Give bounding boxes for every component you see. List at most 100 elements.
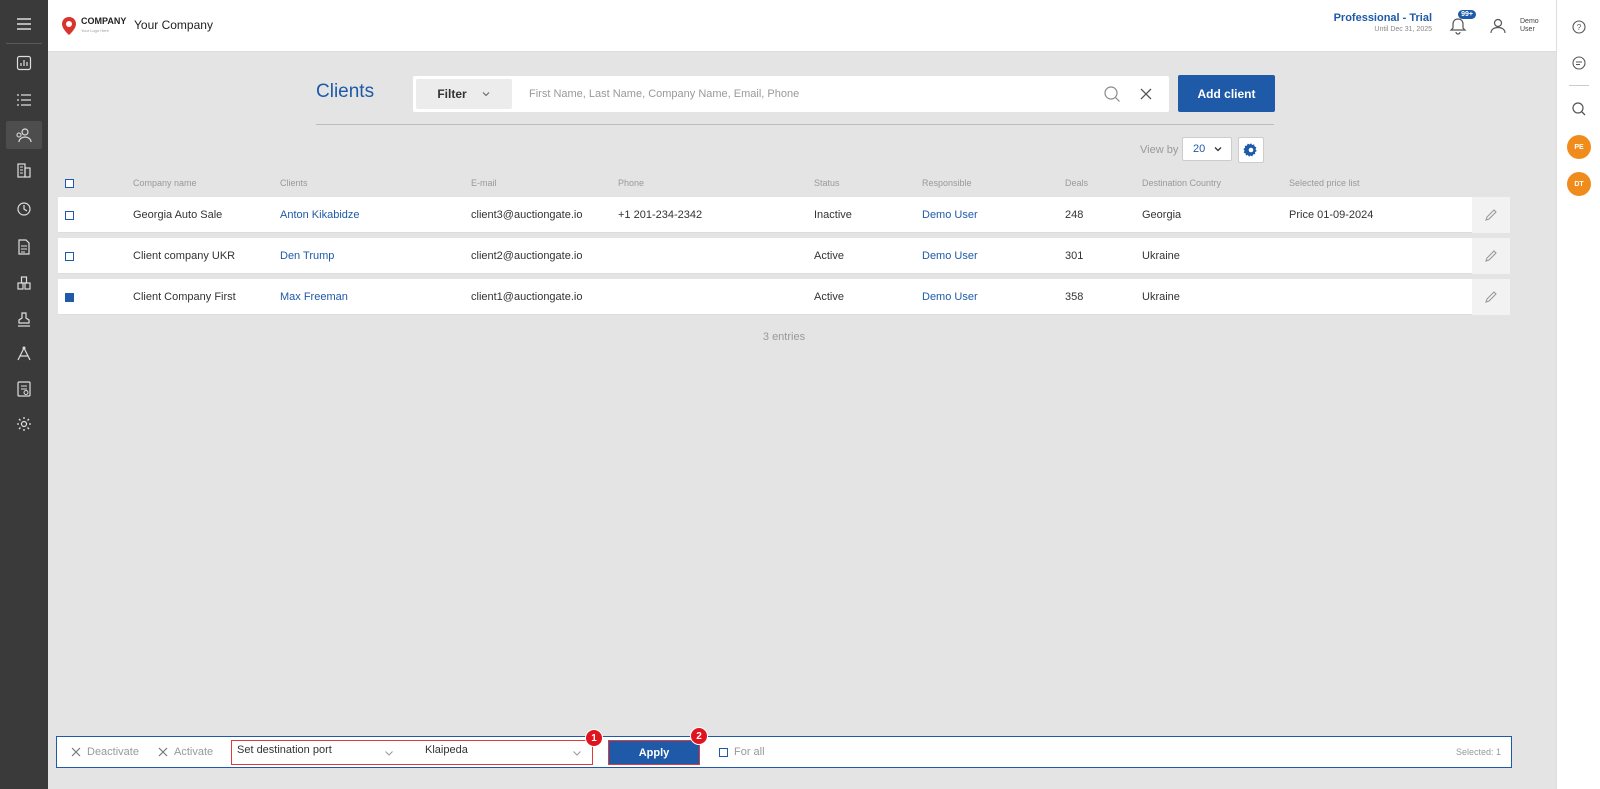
left-sidebar bbox=[0, 0, 48, 789]
plan-info[interactable]: Professional - Trial Until Dec 31, 2025 bbox=[1334, 12, 1432, 33]
avatar-pe[interactable]: PE bbox=[1567, 135, 1591, 159]
user-name[interactable]: Demo User bbox=[1520, 18, 1546, 34]
logo-subtext: Your Logo Here bbox=[81, 28, 109, 33]
cell-client-link[interactable]: Max Freeman bbox=[280, 291, 348, 303]
logo-text: COMPANY Your Logo Here bbox=[81, 16, 127, 34]
edit-button[interactable] bbox=[1472, 279, 1510, 315]
chevron-down-icon bbox=[1214, 147, 1222, 152]
company-name: Your Company bbox=[134, 18, 213, 32]
cell-responsible-link[interactable]: Demo User bbox=[922, 250, 978, 262]
sidebar-divider bbox=[6, 43, 42, 44]
cell-client-link[interactable]: Anton Kikabidze bbox=[280, 209, 360, 221]
list-icon[interactable] bbox=[6, 86, 42, 114]
cell-country: Ukraine bbox=[1142, 250, 1180, 262]
cell-country: Ukraine bbox=[1142, 291, 1180, 303]
activate-label: Activate bbox=[174, 746, 214, 758]
view-by-value: 20 bbox=[1193, 143, 1206, 155]
bell-icon[interactable] bbox=[1448, 16, 1468, 36]
rail-divider bbox=[1569, 85, 1589, 86]
activate-button[interactable]: Activate bbox=[158, 746, 213, 758]
column-header-responsible[interactable]: Responsible bbox=[922, 178, 972, 188]
entries-count: 3 entries bbox=[762, 331, 806, 343]
column-header-price-list[interactable]: Selected price list bbox=[1289, 178, 1360, 188]
row-checkbox[interactable] bbox=[65, 252, 74, 261]
column-header-country[interactable]: Destination Country bbox=[1142, 178, 1221, 188]
cell-status: Inactive bbox=[814, 209, 852, 221]
cell-email: client3@auctiongate.io bbox=[471, 209, 583, 221]
cell-status: Active bbox=[814, 291, 844, 303]
cell-deals: 358 bbox=[1065, 291, 1084, 303]
table-settings-button[interactable] bbox=[1238, 137, 1264, 163]
deactivate-button[interactable]: Deactivate bbox=[71, 746, 139, 758]
warehouse-icon[interactable] bbox=[6, 269, 42, 297]
chevron-down-icon[interactable] bbox=[384, 748, 394, 758]
menu-icon[interactable] bbox=[6, 10, 42, 38]
user-icon[interactable] bbox=[1488, 16, 1508, 36]
company-logo[interactable]: COMPANY Your Logo Here bbox=[60, 14, 128, 38]
cell-phone: +1 201-234-2342 bbox=[618, 209, 703, 221]
for-all-label: For all bbox=[734, 746, 765, 758]
apply-button[interactable]: Apply bbox=[608, 740, 700, 765]
for-all-checkbox[interactable]: For all bbox=[719, 746, 765, 758]
checkbox[interactable] bbox=[719, 747, 728, 757]
column-header-email[interactable]: E-mail bbox=[471, 178, 497, 188]
main-content: Clients Filter Add client View by 20 Com… bbox=[48, 52, 1556, 789]
help-icon[interactable]: ? bbox=[1570, 18, 1588, 36]
table-row[interactable]: Georgia Auto Sale Anton Kikabidze client… bbox=[58, 197, 1510, 233]
network-icon[interactable] bbox=[6, 340, 42, 368]
cell-price-list: Price 01-09-2024 bbox=[1289, 209, 1374, 221]
buildings-icon[interactable] bbox=[6, 156, 42, 184]
step-badge-1: 1 bbox=[585, 729, 603, 747]
action-select[interactable]: Set destination port bbox=[237, 744, 332, 756]
cell-company: Client Company First bbox=[133, 291, 236, 303]
plan-name[interactable]: Professional - Trial bbox=[1334, 12, 1432, 24]
close-icon[interactable] bbox=[1139, 87, 1153, 101]
search-input[interactable] bbox=[529, 84, 1089, 104]
pencil-icon bbox=[1485, 250, 1497, 262]
settings-icon[interactable] bbox=[6, 410, 42, 438]
notification-badge: 99+ bbox=[1458, 10, 1476, 19]
dashboard-icon[interactable] bbox=[6, 49, 42, 77]
column-header-phone[interactable]: Phone bbox=[618, 178, 644, 188]
select-all-checkbox[interactable] bbox=[65, 179, 74, 188]
close-icon bbox=[71, 747, 81, 757]
document-icon[interactable] bbox=[6, 233, 42, 261]
clients-icon[interactable] bbox=[6, 121, 42, 149]
view-by-select[interactable]: 20 bbox=[1182, 137, 1232, 161]
destination-port-select[interactable]: Klaipeda bbox=[425, 744, 468, 756]
step-badge-2: 2 bbox=[690, 727, 708, 745]
chat-icon[interactable] bbox=[1570, 54, 1588, 72]
search-icon[interactable] bbox=[1570, 100, 1588, 118]
stamp-icon[interactable] bbox=[6, 305, 42, 333]
column-header-deals[interactable]: Deals bbox=[1065, 178, 1088, 188]
chevron-down-icon[interactable] bbox=[572, 748, 582, 758]
table-row[interactable]: Client Company First Max Freeman client1… bbox=[58, 279, 1510, 315]
right-rail: ? PE DT bbox=[1556, 0, 1600, 789]
cell-responsible-link[interactable]: Demo User bbox=[922, 209, 978, 221]
cell-client-link[interactable]: Den Trump bbox=[280, 250, 334, 262]
sync-icon[interactable] bbox=[6, 195, 42, 223]
page-title: Clients bbox=[316, 81, 375, 102]
row-checkbox[interactable] bbox=[65, 293, 74, 302]
cell-status: Active bbox=[814, 250, 844, 262]
column-header-clients[interactable]: Clients bbox=[280, 178, 308, 188]
row-checkbox[interactable] bbox=[65, 211, 74, 220]
search-bar: Filter bbox=[413, 76, 1169, 112]
cell-responsible-link[interactable]: Demo User bbox=[922, 291, 978, 303]
add-client-button[interactable]: Add client bbox=[1178, 75, 1275, 112]
selected-count: Selected: 1 bbox=[1455, 747, 1501, 757]
cell-deals: 301 bbox=[1065, 250, 1084, 262]
close-icon bbox=[158, 747, 168, 757]
column-header-company[interactable]: Company name bbox=[133, 178, 197, 188]
edit-button[interactable] bbox=[1472, 238, 1510, 274]
table-header: Company name Clients E-mail Phone Status… bbox=[58, 176, 1510, 192]
avatar-dt[interactable]: DT bbox=[1567, 172, 1591, 196]
edit-button[interactable] bbox=[1472, 197, 1510, 233]
column-header-status[interactable]: Status bbox=[814, 178, 840, 188]
pencil-icon bbox=[1485, 209, 1497, 221]
table-row[interactable]: Client company UKR Den Trump client2@auc… bbox=[58, 238, 1510, 274]
deactivate-label: Deactivate bbox=[87, 746, 139, 758]
search-icon[interactable] bbox=[1103, 85, 1121, 103]
reports-icon[interactable] bbox=[6, 375, 42, 403]
filter-button[interactable]: Filter bbox=[416, 79, 512, 109]
